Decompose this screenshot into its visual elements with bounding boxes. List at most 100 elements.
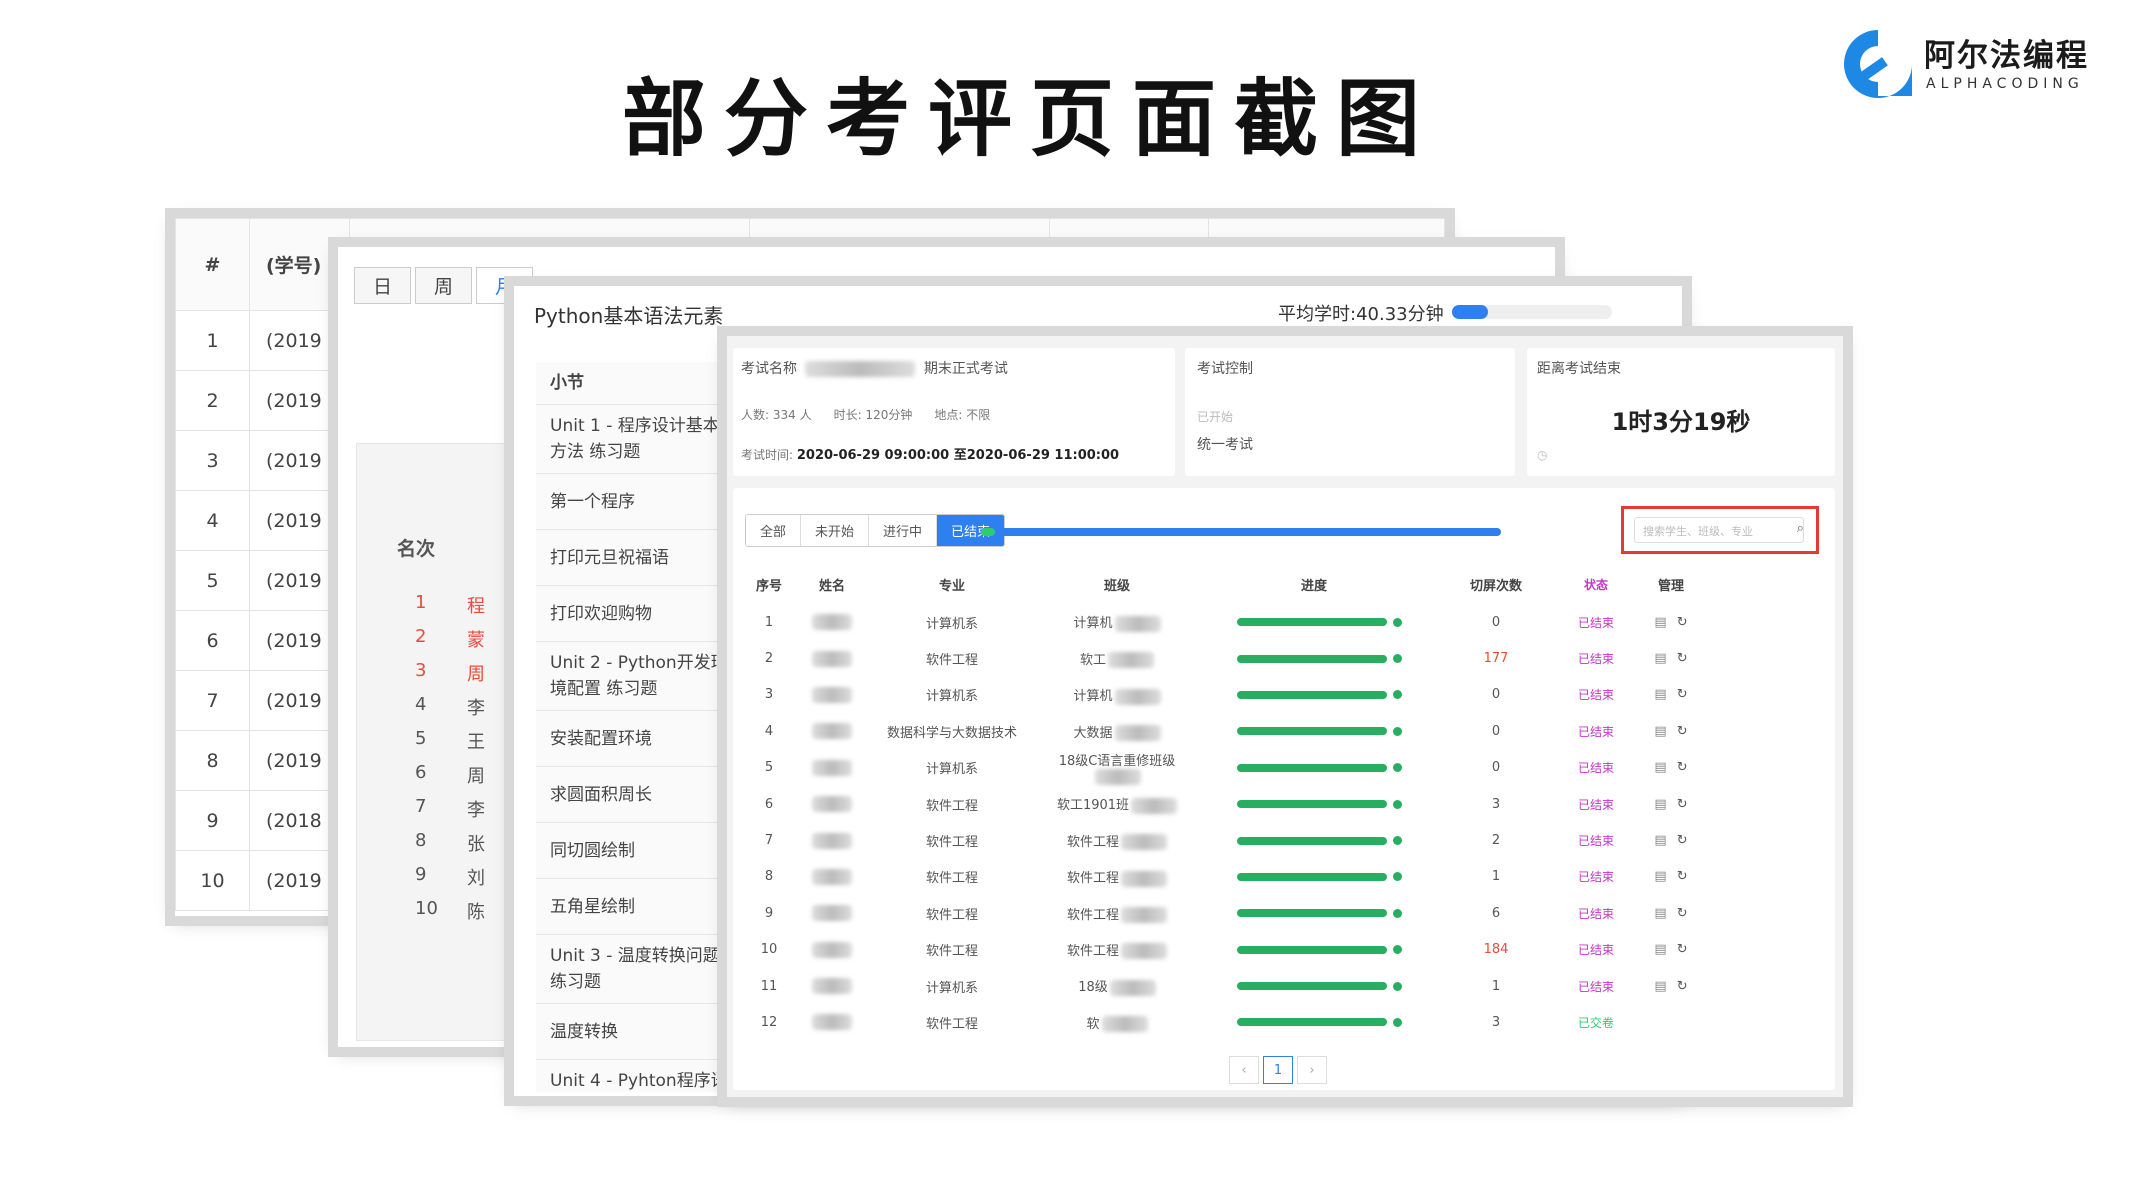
table-row: 11 计算机系 18级 1 已结束 ▤ ↻ — [741, 968, 1831, 1004]
student-name-blurred — [797, 614, 867, 631]
refresh-icon[interactable]: ↻ — [1677, 979, 1688, 994]
student-table: 序号 姓名 专业 班级 进度 切屏次数 状态 管理 1 计算机系 计算机 0 已结束 ▤ ↻ 2… — [741, 564, 1831, 1041]
sidebar-item[interactable]: 安装配置环境 — [536, 711, 745, 767]
filter-in-progress[interactable]: 进行中 — [869, 515, 938, 546]
sidebar-item[interactable]: Unit 3 - 温度转换问题 练习题 — [536, 935, 745, 1004]
progress-dot — [1393, 799, 1402, 809]
report-icon[interactable]: ▤ — [1654, 833, 1666, 848]
row-number: 1 — [175, 310, 250, 371]
switch-count: 1 — [1491, 869, 1501, 885]
progress-dot — [1393, 763, 1402, 773]
exam-place: 地点: 不限 — [934, 408, 991, 422]
sidebar-item[interactable]: 打印元旦祝福语 — [536, 530, 745, 586]
student-class-cell: 软工 — [1037, 649, 1197, 669]
sidebar-item[interactable]: Unit 1 - 程序设计基本方法 练习题 — [536, 405, 745, 474]
sidebar-item[interactable]: Unit 2 - Python开发环境配置 练习题 — [536, 642, 745, 711]
status-badge: 已结束 — [1577, 870, 1614, 885]
slide: 部分考评页面截图 阿尔法编程 ALPHACODING # (学号) 得分 得分上… — [0, 0, 2133, 1200]
switch-count: 0 — [1491, 723, 1501, 739]
refresh-icon[interactable]: ↻ — [1677, 615, 1688, 630]
col-header-manage: 管理 — [1657, 578, 1684, 594]
report-icon[interactable]: ▤ — [1654, 979, 1666, 994]
tab-week[interactable]: 周 — [415, 267, 473, 304]
col-header-no: 序号 — [755, 578, 782, 594]
logo-text-cn: 阿尔法编程 — [1924, 38, 2089, 74]
row-number: 11 — [760, 978, 778, 994]
col-header-id: (学号) — [249, 218, 350, 311]
course-title: Python基本语法元素 — [534, 304, 724, 328]
report-icon[interactable]: ▤ — [1654, 651, 1666, 666]
refresh-icon[interactable]: ↻ — [1677, 869, 1688, 884]
report-icon[interactable]: ▤ — [1654, 869, 1666, 884]
student-class: 大数据 — [1073, 725, 1113, 741]
sidebar-item[interactable]: 同切圆绘制 — [536, 823, 745, 879]
page-1-button[interactable]: 1 — [1263, 1056, 1293, 1084]
exam-started-status: 已开始 — [1197, 410, 1234, 424]
filter-not-started[interactable]: 未开始 — [801, 515, 870, 546]
rank-name-char: 王 — [467, 732, 485, 753]
row-number: 4 — [175, 490, 250, 551]
refresh-icon[interactable]: ↻ — [1677, 651, 1688, 666]
student-class-cell: 软 — [1037, 1013, 1197, 1033]
rank-name-char: 刘 — [467, 868, 485, 889]
switch-count: 1 — [1491, 978, 1501, 994]
search-icon[interactable]: ⌕ — [1797, 521, 1804, 536]
student-class: 计算机 — [1073, 616, 1113, 632]
report-icon[interactable]: ▤ — [1654, 797, 1666, 812]
search-input[interactable]: 搜索学生、班级、专业 — [1634, 517, 1804, 543]
rank-number: 4 — [415, 694, 427, 715]
refresh-icon[interactable]: ↻ — [1677, 687, 1688, 702]
report-icon[interactable]: ▤ — [1654, 906, 1666, 921]
page-next-button[interactable]: › — [1297, 1056, 1327, 1084]
exam-meta-row: 人数: 334 人 时长: 120分钟 地点: 不限 — [741, 406, 990, 423]
report-icon[interactable]: ▤ — [1654, 687, 1666, 702]
page-prev-button[interactable]: ‹ — [1229, 1056, 1259, 1084]
rank-number: 2 — [415, 626, 427, 647]
sidebar-item[interactable]: 第一个程序 — [536, 474, 745, 530]
student-class: 软工 — [1079, 652, 1106, 668]
rank-number: 7 — [415, 796, 427, 817]
section-sidebar: 小节 Unit 1 - 程序设计基本方法 练习题 第一个程序 打印元旦祝福语 打印欢迎购… — [536, 362, 746, 1092]
student-class-cell: 计算机 — [1037, 685, 1197, 705]
refresh-icon[interactable]: ↻ — [1677, 760, 1688, 775]
report-icon[interactable]: ▤ — [1654, 942, 1666, 957]
filter-all[interactable]: 全部 — [746, 515, 802, 546]
report-icon[interactable]: ▤ — [1654, 724, 1666, 739]
progress-dot — [1393, 690, 1402, 700]
student-major: 计算机系 — [925, 980, 978, 996]
progress-dot — [1393, 981, 1402, 991]
progress-dot — [1393, 1017, 1402, 1027]
student-name-blurred — [797, 832, 867, 849]
status-badge: 已结束 — [1577, 906, 1614, 921]
unified-exam-mode[interactable]: 统一考试 — [1197, 434, 1253, 454]
table-row: 8 软件工程 软件工程 1 已结束 ▤ ↻ — [741, 859, 1831, 895]
sidebar-item[interactable]: Unit 4 - Pyhton程序语法元素分析 练习题 — [536, 1060, 745, 1096]
report-icon[interactable]: ▤ — [1654, 615, 1666, 630]
report-icon[interactable]: ▤ — [1654, 760, 1666, 775]
refresh-icon[interactable]: ↻ — [1677, 906, 1688, 921]
col-header-name: 姓名 — [818, 578, 845, 594]
refresh-icon[interactable]: ↻ — [1677, 797, 1688, 812]
rank-number: 6 — [415, 762, 427, 783]
sidebar-item[interactable]: 温度转换 — [536, 1004, 745, 1060]
tab-day[interactable]: 日 — [354, 267, 412, 304]
refresh-icon[interactable]: ↻ — [1677, 724, 1688, 739]
progress-bar — [1237, 618, 1387, 627]
sidebar-item[interactable]: 五角星绘制 — [536, 879, 745, 935]
sidebar-item[interactable]: 打印欢迎购物 — [536, 586, 745, 642]
row-number: 4 — [764, 723, 774, 739]
student-major: 计算机系 — [925, 689, 978, 705]
progress-cell — [1197, 908, 1431, 918]
switch-count: 184 — [1483, 942, 1509, 958]
student-class-cell: 18级C语言重修班级 — [1037, 750, 1197, 786]
countdown-value: 1时3分19秒 — [1611, 408, 1751, 436]
refresh-icon[interactable]: ↻ — [1677, 942, 1688, 957]
sidebar-item[interactable]: 求圆面积周长 — [536, 767, 745, 823]
switch-count: 0 — [1491, 687, 1501, 703]
refresh-icon[interactable]: ↻ — [1677, 833, 1688, 848]
row-number: 8 — [764, 869, 774, 885]
slide-title: 部分考评页面截图 — [621, 69, 1438, 168]
exam-countdown-box: 距离考试结束 1时3分19秒 ◷ — [1527, 348, 1835, 476]
student-major: 计算机系 — [925, 616, 978, 632]
rank-number: 5 — [415, 728, 427, 749]
